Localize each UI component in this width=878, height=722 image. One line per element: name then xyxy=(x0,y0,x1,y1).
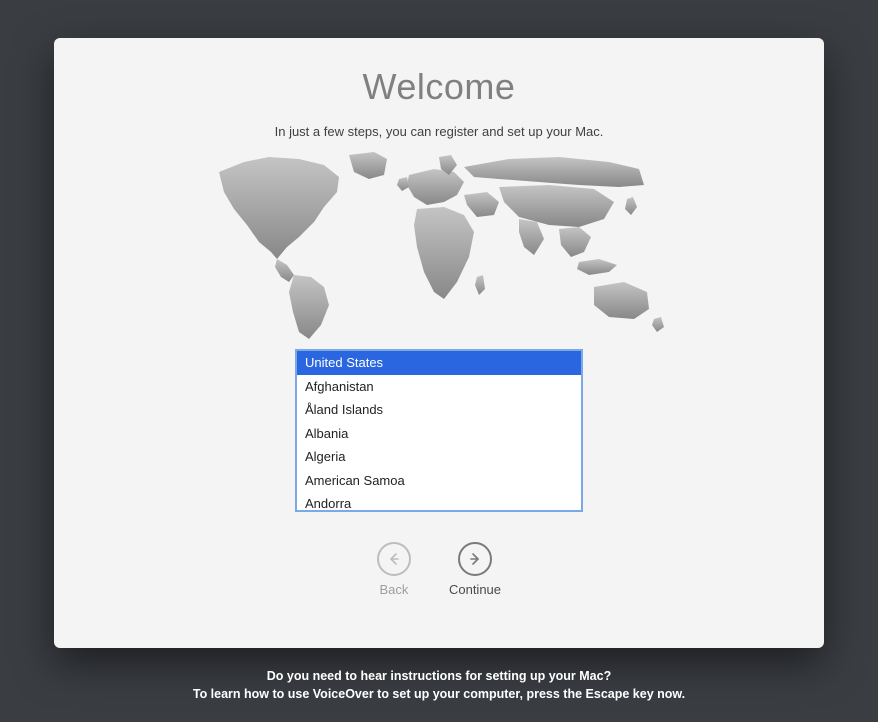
country-list[interactable]: United StatesAfghanistanÅland IslandsAlb… xyxy=(295,349,583,512)
voiceover-hint-line1: Do you need to hear instructions for set… xyxy=(193,668,685,686)
back-label: Back xyxy=(380,582,409,597)
page-title: Welcome xyxy=(363,66,516,108)
voiceover-hint: Do you need to hear instructions for set… xyxy=(193,668,685,703)
setup-assistant-window: Welcome In just a few steps, you can reg… xyxy=(54,38,824,648)
continue-button[interactable]: Continue xyxy=(449,542,501,597)
country-item[interactable]: Andorra xyxy=(297,492,581,512)
continue-label: Continue xyxy=(449,582,501,597)
country-item[interactable]: Albania xyxy=(297,422,581,446)
country-item[interactable]: Åland Islands xyxy=(297,398,581,422)
voiceover-hint-line2: To learn how to use VoiceOver to set up … xyxy=(193,686,685,704)
country-item[interactable]: Afghanistan xyxy=(297,375,581,399)
nav-buttons: Back Continue xyxy=(377,542,501,597)
subtitle: In just a few steps, you can register an… xyxy=(275,124,604,139)
back-button[interactable]: Back xyxy=(377,542,411,597)
country-item[interactable]: American Samoa xyxy=(297,469,581,493)
world-map-graphic xyxy=(199,147,679,347)
arrow-left-icon xyxy=(377,542,411,576)
country-item[interactable]: Algeria xyxy=(297,445,581,469)
arrow-right-icon xyxy=(458,542,492,576)
country-item[interactable]: United States xyxy=(297,351,581,375)
